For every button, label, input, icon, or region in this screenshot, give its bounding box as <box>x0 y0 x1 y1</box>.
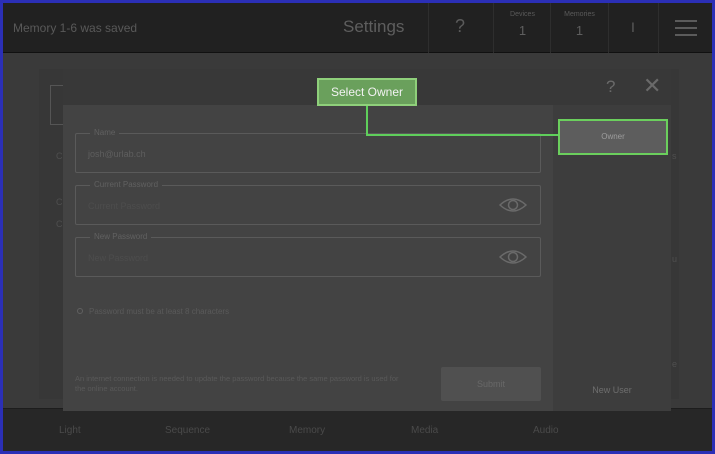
name-label: Name <box>90 128 120 137</box>
help-button[interactable]: ? <box>428 3 493 53</box>
nav-audio[interactable]: Audio <box>533 425 559 436</box>
nav-sequence[interactable]: Sequence <box>165 425 210 436</box>
devices-value: 1 <box>518 23 527 38</box>
top-bar: Memory 1-6 was saved Settings ? Devices … <box>3 3 712 53</box>
new-password-field[interactable]: New Password New Password <box>75 232 541 277</box>
devices-counter[interactable]: Devices 1 <box>493 3 551 53</box>
bottom-nav: Light Sequence Memory Media Audio <box>3 408 712 451</box>
memories-value: 1 <box>575 23 584 38</box>
background-text: C <box>56 151 63 161</box>
background-text: s <box>672 151 677 161</box>
devices-label: Devices <box>510 11 535 18</box>
connector-line <box>366 106 368 136</box>
user-form: Name josh@urlab.ch Current Password Curr… <box>63 105 553 411</box>
owner-button[interactable]: Owner <box>558 119 668 155</box>
status-text: Memory 1-6 was saved <box>13 21 138 35</box>
help-icon: ? <box>455 16 466 36</box>
submit-button[interactable]: Submit <box>441 367 541 401</box>
page-title: Settings <box>343 17 405 36</box>
current-password-placeholder: Current Password <box>88 201 161 211</box>
memories-label: Memories <box>564 11 595 18</box>
background-text: C <box>56 197 63 207</box>
background-card <box>50 85 64 125</box>
menu-button[interactable] <box>658 3 712 53</box>
background-text: e <box>672 359 678 369</box>
hamburger-menu-icon <box>675 20 697 36</box>
app-window: Memory 1-6 was saved Settings ? Devices … <box>0 0 715 454</box>
eye-icon[interactable] <box>498 194 528 216</box>
current-password-label: Current Password <box>90 180 163 189</box>
close-icon[interactable]: ✕ <box>643 73 661 99</box>
background-text: C <box>56 219 63 229</box>
new-password-placeholder: New Password <box>88 253 149 263</box>
name-value: josh@urlab.ch <box>88 149 146 159</box>
dialog-help-button[interactable]: ? <box>606 77 615 97</box>
nav-light[interactable]: Light <box>59 425 81 436</box>
nav-memory[interactable]: Memory <box>289 425 325 436</box>
eye-icon[interactable] <box>498 246 528 268</box>
password-hint: Password must be at least 8 characters <box>89 307 230 316</box>
new-user-button[interactable]: New User <box>553 385 671 395</box>
nav-media[interactable]: Media <box>411 425 438 436</box>
new-password-label: New Password <box>90 232 152 241</box>
internet-note: An internet connection is needed to upda… <box>75 374 399 393</box>
user-icon: I <box>631 19 635 35</box>
user-button[interactable]: I <box>608 3 658 53</box>
background-text: u <box>672 254 678 264</box>
connector-line <box>366 134 558 136</box>
info-icon <box>77 308 83 314</box>
select-owner-label: Select Owner <box>317 78 417 106</box>
name-field[interactable]: Name josh@urlab.ch <box>75 128 541 173</box>
current-password-field[interactable]: Current Password Current Password <box>75 180 541 225</box>
memories-counter[interactable]: Memories 1 <box>550 3 608 53</box>
